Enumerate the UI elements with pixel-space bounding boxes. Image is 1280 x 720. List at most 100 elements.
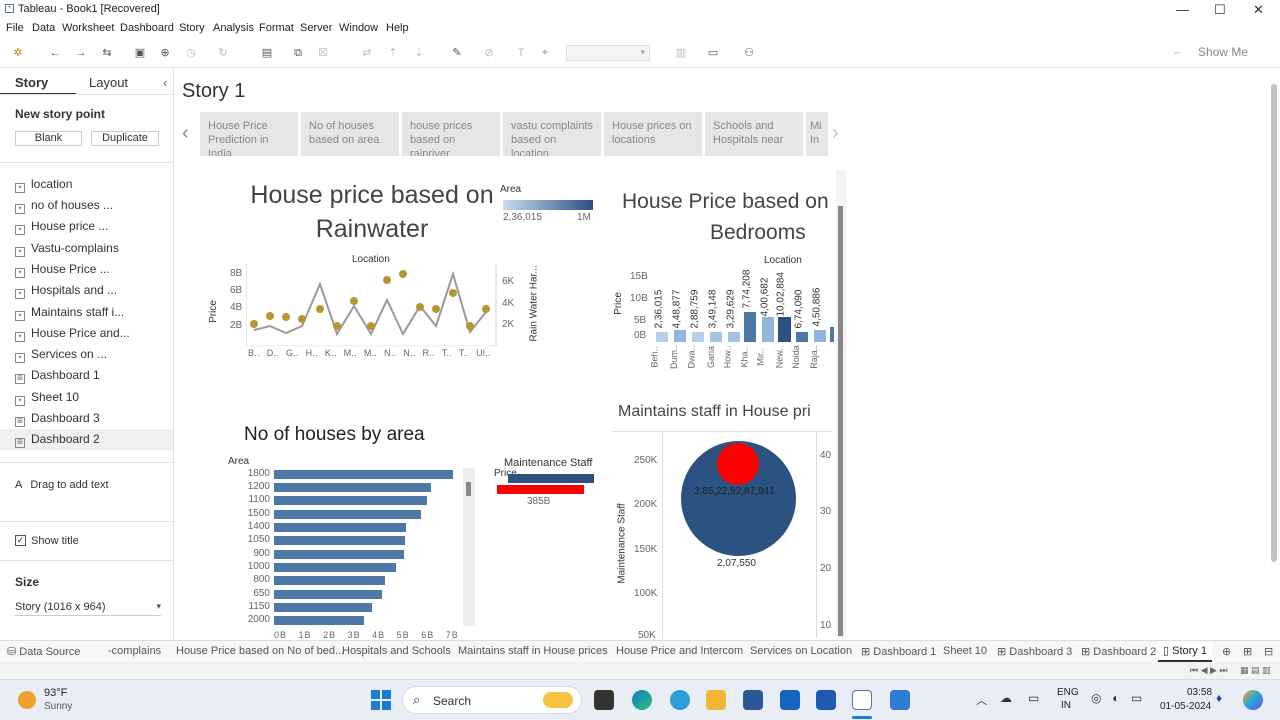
bar[interactable] <box>274 523 406 532</box>
wifi-icon[interactable]: ◎ <box>1091 691 1101 705</box>
story-point[interactable]: vastu complaints based on location <box>503 112 601 156</box>
price-point[interactable] <box>416 303 424 311</box>
tab-sheet[interactable]: Sheet 10 <box>943 645 987 657</box>
price-point[interactable] <box>250 320 258 328</box>
new-worksheet-icon[interactable]: ⊕ <box>1222 645 1231 658</box>
price-point[interactable] <box>482 305 490 313</box>
tab-layout[interactable]: Layout <box>89 75 128 90</box>
price-point[interactable] <box>282 313 290 321</box>
swap-icon[interactable]: ⇄ <box>360 46 374 60</box>
area-scrollbar[interactable] <box>463 468 475 626</box>
tab-story[interactable]: Story <box>15 75 48 90</box>
bar[interactable] <box>274 563 396 572</box>
new-dashboard-icon[interactable]: ⊞ <box>1243 645 1252 658</box>
show-cards-icon[interactable]: ▥ <box>674 46 688 60</box>
app-icon[interactable] <box>890 690 910 710</box>
bar[interactable] <box>274 536 405 545</box>
label-icon[interactable]: T <box>514 46 528 60</box>
pause-icon[interactable]: ◷ <box>184 46 198 60</box>
refresh-icon[interactable]: ↻ <box>216 46 230 60</box>
highlight-icon[interactable]: ✎ <box>450 46 464 60</box>
sheet-item[interactable]: ▪ Maintains staff i... <box>15 305 124 321</box>
sheet-navigation-icons[interactable]: ⏮ ◀ ▶ ⏭ <box>1190 665 1228 676</box>
tab-dashboard[interactable]: ⊞ Dashboard 1 <box>861 645 936 658</box>
price-point[interactable] <box>383 276 391 284</box>
menu-data[interactable]: Data <box>32 22 55 34</box>
bar[interactable] <box>274 603 372 612</box>
sheet-item[interactable]: ▪ location <box>15 177 72 193</box>
undo-icon[interactable]: ← <box>48 46 62 60</box>
tab-sheet[interactable]: House Price and Intercom <box>616 645 743 657</box>
sheet-item[interactable]: ▪ House Price ... <box>15 262 110 278</box>
bar[interactable] <box>830 327 834 342</box>
menu-dashboard[interactable]: Dashboard <box>120 22 174 34</box>
weather-temp[interactable]: 93°F <box>44 687 67 699</box>
sheet-item[interactable]: ▪ Sheet 10 <box>15 390 79 406</box>
sheet-item[interactable]: ▪ House Price and... <box>15 326 130 342</box>
show-title-checkbox[interactable]: ✓ <box>15 535 26 546</box>
save-icon[interactable]: ▣ <box>133 46 147 60</box>
mail-icon[interactable] <box>780 690 800 710</box>
next-story-point-icon[interactable]: › <box>832 122 839 145</box>
price-bubble[interactable] <box>717 443 759 485</box>
new-sheet-icon[interactable]: ▤ <box>260 46 274 60</box>
window-scrollbar[interactable] <box>1271 84 1277 562</box>
tab-data-source[interactable]: ⛁ Data Source <box>7 645 80 658</box>
scroll-thumb[interactable] <box>466 482 471 496</box>
redo-icon[interactable]: → <box>74 46 88 60</box>
show-hidden-icons[interactable]: ︿ <box>976 692 987 708</box>
battery-icon[interactable]: ▭ <box>1131 691 1142 705</box>
tab-dashboard[interactable]: ⊞ Dashboard 3 <box>997 645 1072 658</box>
view-mode-icons[interactable]: ▦ ▤ ▥ <box>1240 665 1271 676</box>
price-point[interactable] <box>432 305 440 313</box>
blank-button[interactable]: Blank <box>15 131 82 146</box>
bar[interactable] <box>274 550 404 559</box>
story-point[interactable]: House prices on locations <box>604 112 702 156</box>
price-point[interactable] <box>298 315 306 323</box>
sheet-item[interactable]: ▪ Vastu-complains <box>15 241 119 257</box>
price-point[interactable] <box>316 305 324 313</box>
sheet-item[interactable]: ▪ Hospitals and ... <box>15 283 117 299</box>
price-point[interactable] <box>266 312 274 320</box>
bar[interactable] <box>274 590 382 599</box>
bar[interactable] <box>674 330 686 342</box>
canvas-scroll-thumb[interactable] <box>838 206 843 636</box>
duplicate-button[interactable]: Duplicate <box>91 131 159 146</box>
copilot-icon[interactable] <box>1243 690 1263 710</box>
group-icon[interactable]: ⊘ <box>482 46 496 60</box>
show-me-icon[interactable]: ⌐ <box>1170 46 1184 60</box>
menu-worksheet[interactable]: Worksheet <box>62 22 114 34</box>
area-bar-chart[interactable]: 1800 1200 1100 1500 1400 1050 900 1000 8… <box>242 468 462 628</box>
dashboard-item[interactable]: ⊞ Dashboard 1 <box>15 368 100 384</box>
sheet-item[interactable]: ▪ House price ... <box>15 219 108 235</box>
story-point[interactable]: house prices based on rainriver <box>402 112 500 156</box>
fit-dropdown[interactable]: ▾ <box>566 45 650 61</box>
edge-browser-icon[interactable] <box>632 690 652 710</box>
replay-icon[interactable]: ⇆ <box>100 46 114 60</box>
taskbar-search-box[interactable]: ⌕ Search <box>402 686 582 714</box>
teams-icon[interactable] <box>816 690 836 710</box>
share-icon[interactable]: ⚇ <box>742 46 756 60</box>
previous-story-point-icon[interactable]: ‹ <box>182 122 189 145</box>
display-tray-icon[interactable]: ▭ <box>1028 691 1039 705</box>
telegram-icon[interactable] <box>670 690 690 710</box>
clear-icon[interactable]: ☒ <box>316 46 330 60</box>
rain-dual-axis-plot[interactable] <box>246 264 498 346</box>
minimize-button[interactable]: — <box>1176 2 1189 17</box>
tab-sheet[interactable]: House Price based on No of bed... <box>176 645 344 657</box>
menu-file[interactable]: File <box>6 22 24 34</box>
maximize-button[interactable]: ☐ <box>1214 2 1226 18</box>
bar[interactable] <box>274 496 427 505</box>
duplicate-icon[interactable]: ⧉ <box>291 46 305 60</box>
close-button[interactable]: ✕ <box>1253 2 1264 18</box>
tableau-taskbar-icon[interactable] <box>852 690 872 710</box>
menu-format[interactable]: Format <box>259 22 294 34</box>
volume-icon[interactable]: ◖ <box>1111 691 1118 705</box>
network-tray-icon[interactable]: ☁ <box>1000 691 1012 705</box>
sort-asc-icon[interactable]: ⇡ <box>386 46 400 60</box>
tab-sheet[interactable]: Services on Location <box>750 645 852 657</box>
bar[interactable] <box>796 332 808 342</box>
menu-window[interactable]: Window <box>339 22 378 34</box>
bar[interactable] <box>274 483 431 492</box>
tab-sheet[interactable]: Maintains staff in House prices <box>458 645 608 657</box>
